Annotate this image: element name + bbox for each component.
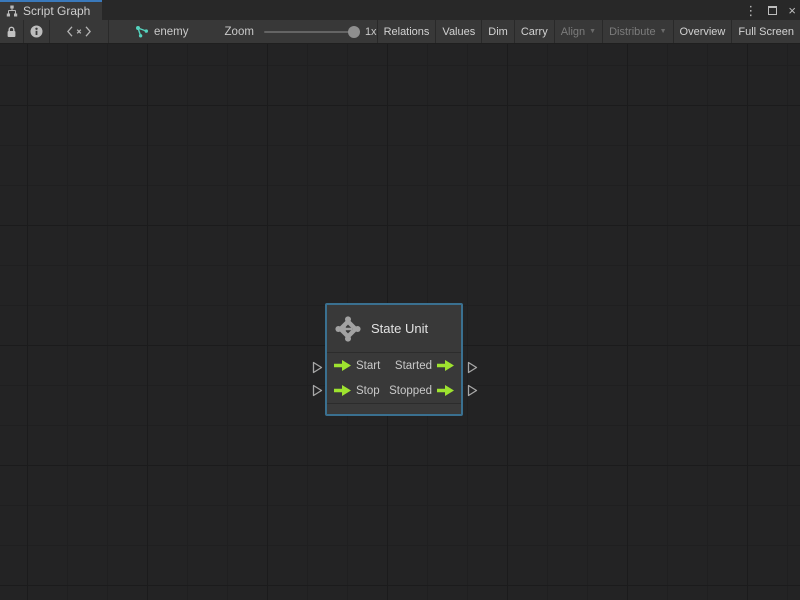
port-label: Stopped [389, 384, 432, 397]
tab-title: Script Graph [23, 4, 91, 18]
carry-button[interactable]: Carry [513, 20, 554, 43]
info-icon [30, 25, 43, 38]
zoom-control: Zoom 1x [225, 20, 377, 43]
input-port-stop[interactable]: Stop [334, 385, 380, 397]
maximize-icon[interactable] [768, 5, 778, 15]
flow-arrow-icon [437, 385, 454, 396]
distribute-dropdown-button[interactable]: Distribute ▼ [602, 20, 672, 43]
port-row: Start Started [327, 353, 461, 378]
lock-icon [7, 26, 16, 37]
flow-arrow-icon [334, 385, 351, 396]
input-port-start[interactable]: Start [334, 360, 380, 372]
node-header[interactable]: State Unit [327, 305, 461, 352]
menu-icon[interactable]: ⋮ [744, 4, 757, 17]
toolbar-separator [108, 20, 109, 43]
window-controls: ⋮ × [744, 0, 796, 20]
zoom-value: 1x [364, 25, 377, 38]
flow-arrow-icon [437, 360, 454, 371]
port-label: Started [394, 359, 432, 372]
flow-connector-triangle-icon[interactable] [467, 361, 478, 374]
overview-button[interactable]: Overview [672, 20, 732, 43]
values-button[interactable]: Values [435, 20, 481, 43]
zoom-slider-track[interactable] [263, 25, 360, 38]
graph-name-label: enemy [154, 25, 189, 38]
chevron-down-icon: ▼ [589, 28, 597, 35]
port-row: Stop Stopped [327, 378, 461, 403]
graph-hierarchy-icon [6, 5, 18, 17]
node-footer [327, 403, 461, 413]
graph-toolbar: enemy Zoom 1x Relations Values Dim Carry… [0, 20, 800, 44]
node-ports: Start Started Stop Stopped [327, 352, 461, 403]
zoom-slider-handle[interactable] [347, 25, 360, 38]
flow-connector-triangle-icon[interactable] [467, 384, 478, 397]
tab-script-graph[interactable]: Script Graph [0, 0, 103, 20]
state-unit-icon [335, 315, 361, 342]
port-label: Start [356, 359, 381, 372]
lock-button[interactable] [0, 20, 23, 43]
align-dropdown-button[interactable]: Align ▼ [553, 20, 602, 43]
flow-connector-triangle-icon[interactable] [312, 384, 323, 397]
chevron-down-icon: ▼ [659, 28, 667, 35]
output-port-stopped[interactable]: Stopped [389, 385, 454, 397]
graph-breadcrumb-enemy[interactable]: enemy [135, 20, 189, 43]
full-screen-button[interactable]: Full Screen [731, 20, 800, 43]
code-preview-toggle-button[interactable] [50, 20, 108, 43]
info-button[interactable] [24, 20, 49, 43]
tab-bar: Script Graph ⋮ × [0, 0, 800, 20]
graph-canvas[interactable]: State Unit Start Started Stop Stopped [0, 44, 800, 600]
port-label: Stop [356, 384, 380, 397]
flow-connector-triangle-icon[interactable] [312, 361, 323, 374]
close-icon[interactable]: × [788, 4, 796, 17]
script-graph-window: Script Graph ⋮ × enemy Zoom 1x Relations… [0, 0, 800, 600]
code-brackets-icon [66, 26, 91, 37]
state-unit-node[interactable]: State Unit Start Started Stop Stopped [325, 303, 463, 416]
output-port-started[interactable]: Started [395, 360, 454, 372]
script-graph-asset-icon [136, 26, 148, 38]
toolbar-button-group: Relations Values Dim Carry Align ▼ Distr… [376, 20, 800, 43]
relations-button[interactable]: Relations [376, 20, 436, 43]
flow-arrow-icon [334, 360, 351, 371]
dim-button[interactable]: Dim [481, 20, 514, 43]
zoom-label: Zoom [224, 25, 254, 38]
node-title: State Unit [371, 321, 429, 336]
